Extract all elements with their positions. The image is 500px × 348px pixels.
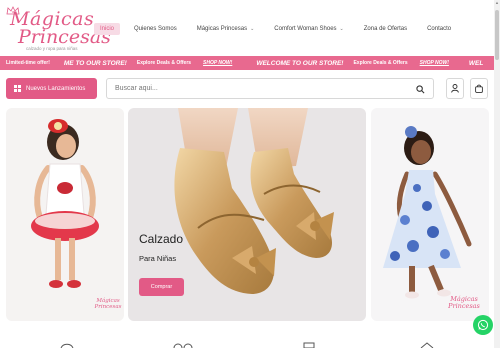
nav-label: Inicio	[100, 26, 115, 32]
marquee-item: Explore Deals & Offers	[136, 60, 192, 66]
scrollbar-thumb[interactable]	[495, 10, 499, 60]
banner-right-girl[interactable]: Mágicas Princesas	[371, 108, 489, 321]
girl-blue-dress-image	[383, 126, 472, 299]
scroll-up-icon[interactable]: ▲	[494, 0, 500, 6]
nav-item-zona-de-ofertas[interactable]: Zona de Ofertas	[354, 26, 417, 32]
nav-item-comfort-woman-shoes[interactable]: Comfort Woman Shoes ⌄	[264, 26, 353, 32]
marquee-item: WELCOME TO OUR STORE!	[256, 59, 344, 67]
site-header: Mágicas Princesas calzado y ropa para ni…	[0, 0, 494, 58]
user-icon	[451, 84, 459, 93]
account-button[interactable]	[446, 78, 464, 99]
marquee-link[interactable]: SHOP NOW!	[414, 60, 455, 66]
search-input[interactable]: Buscar aqui...	[106, 78, 434, 99]
feature-icon	[420, 342, 434, 348]
bag-icon	[475, 84, 483, 93]
features-strip-partial	[0, 330, 494, 348]
grid-icon	[14, 85, 21, 92]
cart-button[interactable]	[470, 78, 488, 99]
feature-icon	[60, 343, 74, 348]
nav-label: Contacto	[427, 26, 452, 32]
chevron-down-icon: ⌄	[339, 26, 344, 32]
nav-item-quienes-somos[interactable]: Quienes Somos	[124, 26, 187, 32]
nav-label: Quienes Somos	[134, 26, 177, 32]
girl-red-tutu-image	[31, 119, 99, 288]
marquee-item: Explore Deals & Offers	[353, 60, 408, 66]
marquee-item: ME TO OUR STORE!	[63, 59, 127, 67]
hero-subtitle: Para Niñas	[139, 254, 177, 263]
nav-label: Mágicas Princesas	[196, 26, 248, 32]
nav-label: Comfort Woman Shoes	[274, 26, 337, 32]
brand-badge-right: Mágicas Princesas	[448, 295, 480, 310]
feature-icon	[303, 342, 315, 348]
banner-left-girl[interactable]: Mágicas Princesas	[6, 108, 124, 321]
logo-tagline: calzado y ropa para niñas	[26, 46, 78, 51]
whatsapp-icon	[477, 319, 489, 331]
chevron-down-icon: ⌄	[250, 26, 255, 32]
nav-item-magicas-princesas[interactable]: Mágicas Princesas ⌄	[187, 26, 265, 32]
vertical-scrollbar[interactable]: ▲	[494, 0, 500, 348]
shop-now-button[interactable]: Comprar	[139, 278, 184, 296]
marquee-item: Limited-time offer!	[6, 60, 50, 66]
hero-title: Calzado	[139, 232, 184, 246]
search-placeholder: Buscar aqui...	[115, 85, 158, 92]
new-releases-button[interactable]: Nuevos Lanzamientos	[6, 78, 97, 99]
marquee-link[interactable]: SHOP NOW!	[197, 60, 238, 66]
promo-marquee: Limited-time offer! ME TO OUR STORE! Exp…	[0, 56, 494, 70]
nav-item-contacto[interactable]: Contacto	[417, 26, 461, 32]
feature-icon	[173, 343, 193, 348]
site-logo[interactable]: Mágicas Princesas calzado y ropa para ni…	[6, 6, 111, 52]
search-icon[interactable]	[416, 85, 425, 94]
nav-label: Zona de Ofertas	[363, 26, 408, 32]
page: Mágicas Princesas calzado y ropa para ni…	[0, 0, 500, 348]
main-nav: Inicio Quienes Somos Mágicas Princesas ⌄ …	[94, 22, 461, 36]
new-releases-label: Nuevos Lanzamientos	[26, 85, 86, 92]
brand-badge-left: Mágicas Princesas	[94, 298, 122, 310]
marquee-item: WEL	[468, 59, 484, 67]
banner-center-shoes[interactable]: Calzado Para Niñas Comprar	[128, 108, 366, 321]
nav-item-inicio[interactable]: Inicio	[94, 23, 121, 35]
whatsapp-button[interactable]	[473, 315, 493, 335]
